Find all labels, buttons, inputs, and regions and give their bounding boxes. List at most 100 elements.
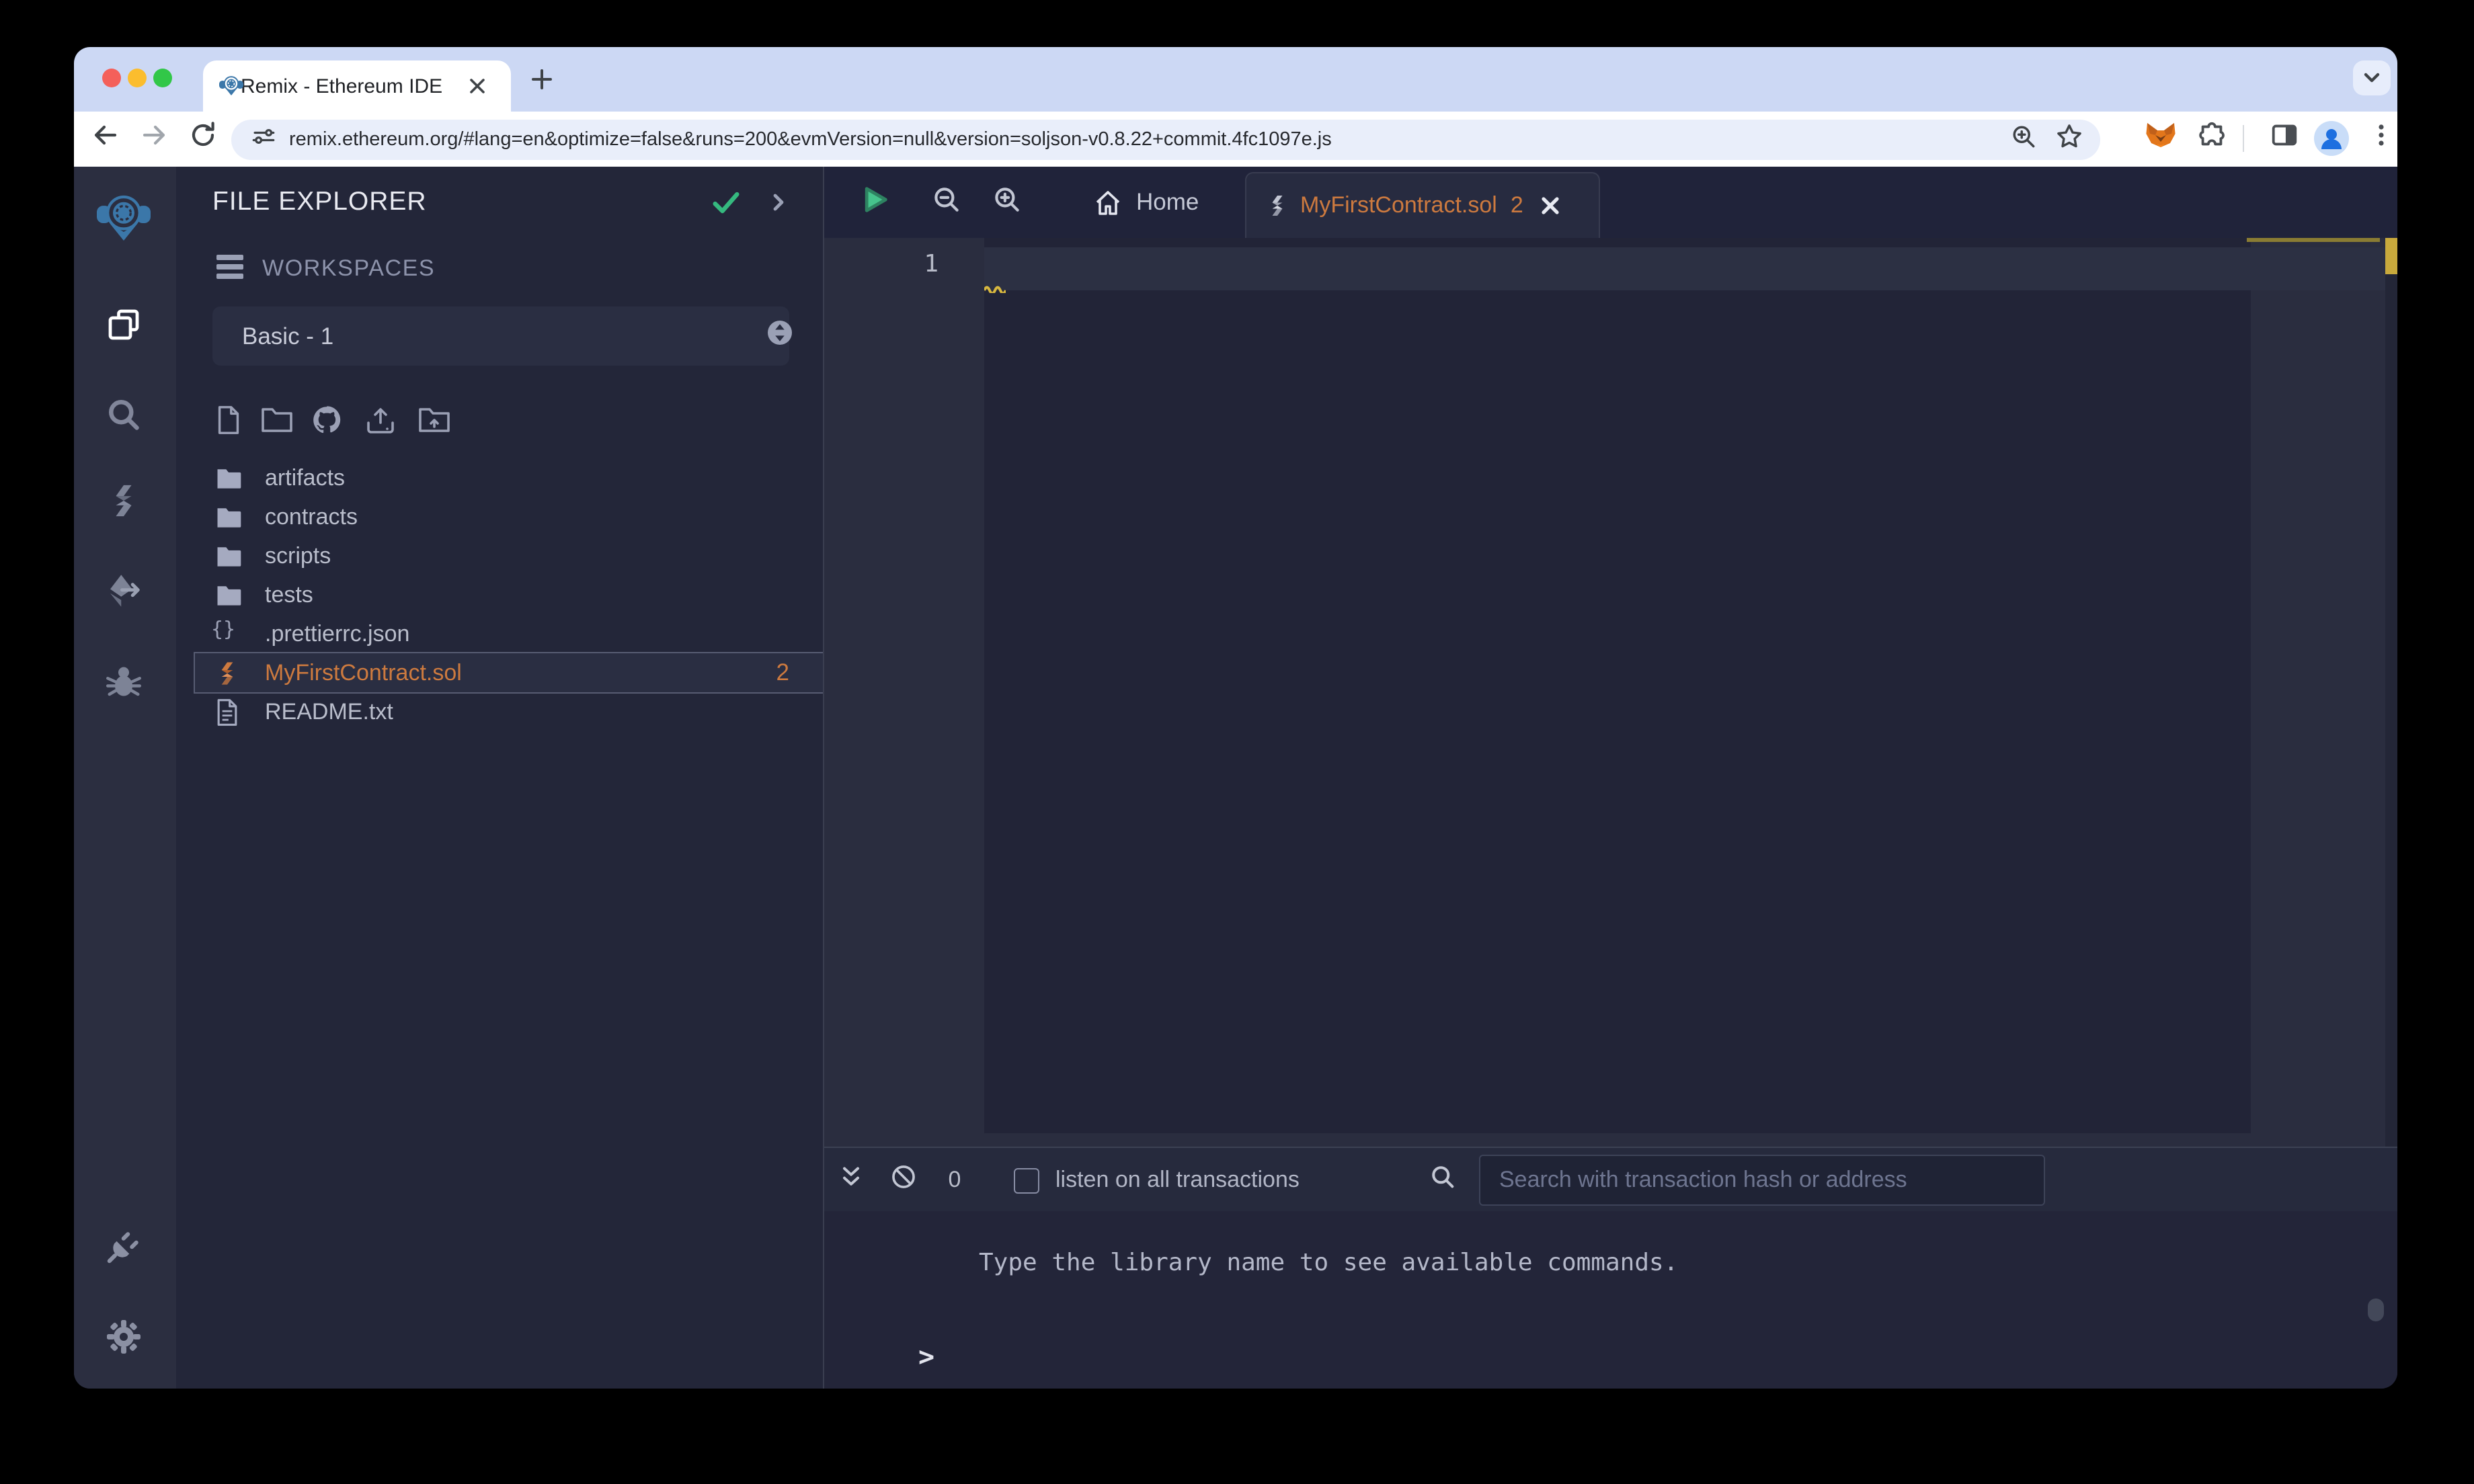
- line-number: 1: [924, 250, 939, 278]
- terminal-search-icon: [1428, 1162, 1458, 1198]
- tab-myfirstcontract[interactable]: MyFirstContract.sol 2: [1245, 172, 1600, 238]
- workspaces-menu-icon[interactable]: [215, 253, 247, 287]
- clear-console-icon[interactable]: [889, 1162, 918, 1198]
- traffic-minimize-button[interactable]: [128, 69, 147, 87]
- remix-logo-icon[interactable]: [97, 193, 151, 251]
- tab-warning-badge: 2: [1510, 192, 1523, 218]
- minimap-warning-line: [2247, 238, 2380, 242]
- icon-panel: [74, 167, 175, 1389]
- upload-folder-icon[interactable]: [418, 406, 450, 441]
- workspaces-label: WORKSPACES: [262, 255, 436, 281]
- overview-ruler-warning-marker: [2385, 238, 2397, 274]
- tree-item-myfirstcontract-selected[interactable]: MyFirstContract.sol 2: [194, 652, 826, 694]
- panel-title: FILE EXPLORER: [212, 187, 427, 216]
- json-braces-icon: {}: [211, 617, 236, 641]
- profile-avatar[interactable]: [2314, 121, 2349, 156]
- address-bar[interactable]: remix.ethereum.org/#lang=en&optimize=fal…: [231, 119, 2100, 159]
- tab-home-label: Home: [1136, 188, 1199, 215]
- new-tab-button[interactable]: [526, 63, 558, 102]
- terminal-output[interactable]: Type the library name to see available c…: [824, 1211, 2397, 1389]
- folder-icon: [214, 580, 243, 610]
- create-file-icon[interactable]: [214, 405, 243, 442]
- tree-item-contracts[interactable]: contracts: [176, 497, 824, 536]
- editor-top-padding: [984, 238, 2251, 247]
- site-settings-icon[interactable]: [249, 121, 278, 157]
- workspace-selected-value: Basic - 1: [242, 322, 334, 349]
- browser-window: Remix - Ethereum IDE remix.ethereum.org/…: [74, 47, 2397, 1389]
- check-icon[interactable]: [709, 185, 744, 226]
- browser-tab[interactable]: Remix - Ethereum IDE: [203, 60, 511, 112]
- pending-tx-count: 0: [948, 1167, 961, 1192]
- current-line-highlight: [984, 247, 2385, 290]
- editor-tabbar: Home MyFirstContract.sol 2: [824, 167, 2397, 238]
- listen-transactions-label: listen on all transactions: [1055, 1167, 1300, 1192]
- file-tree: artifacts contracts scripts tests {} .pr…: [176, 458, 826, 731]
- solidity-file-icon: [214, 658, 243, 688]
- code-editor[interactable]: 1: [824, 238, 2397, 1147]
- remix-app: FILE EXPLORER WORKSPACES Basic - 1 artif…: [74, 167, 2397, 1389]
- editor-column: Home MyFirstContract.sol 2 1 0 listen on…: [823, 167, 2397, 1389]
- folder-icon: [214, 502, 243, 532]
- tree-item-artifacts[interactable]: artifacts: [176, 458, 824, 497]
- tab-close-icon[interactable]: [1540, 195, 1561, 216]
- browser-menu-icon[interactable]: [2368, 122, 2395, 155]
- bookmark-star-icon[interactable]: [2054, 120, 2085, 158]
- tab-title: Remix - Ethereum IDE: [241, 75, 443, 97]
- folder-icon: [214, 463, 243, 493]
- panel-collapse-chevron-icon[interactable]: [768, 192, 789, 220]
- settings-gear-icon[interactable]: [104, 1317, 144, 1364]
- editor-scrollbar-track[interactable]: [2385, 238, 2397, 1147]
- create-folder-icon[interactable]: [261, 406, 293, 441]
- browser-toolbar: remix.ethereum.org/#lang=en&optimize=fal…: [74, 112, 2397, 167]
- folder-icon: [214, 541, 243, 571]
- terminal-search-input[interactable]: [1479, 1155, 2045, 1206]
- terminal-prompt: >: [918, 1340, 935, 1372]
- tree-item-readme[interactable]: README.txt: [176, 692, 824, 731]
- search-icon[interactable]: [104, 395, 144, 442]
- run-script-play-icon[interactable]: [856, 182, 891, 224]
- terminal-toolbar: 0 listen on all transactions: [824, 1147, 2397, 1211]
- traffic-close-button[interactable]: [102, 69, 121, 87]
- warning-squiggle: [983, 276, 1007, 300]
- tab-search-chevron-button[interactable]: [2353, 60, 2391, 95]
- screen: Remix - Ethereum IDE remix.ethereum.org/…: [0, 0, 2474, 1484]
- solidity-compiler-icon[interactable]: [105, 481, 143, 528]
- remix-favicon: [219, 74, 243, 105]
- traffic-zoom-button[interactable]: [153, 69, 172, 87]
- tree-item-scripts[interactable]: scripts: [176, 536, 824, 575]
- split-view-icon[interactable]: [2269, 120, 2300, 157]
- zoom-in-icon[interactable]: [990, 183, 1024, 223]
- solidity-file-icon: [1265, 192, 1289, 219]
- debugger-icon[interactable]: [104, 661, 144, 708]
- forward-icon[interactable]: [138, 119, 171, 158]
- tab-label: MyFirstContract.sol: [1300, 192, 1497, 218]
- listen-transactions-checkbox[interactable]: [1014, 1168, 1039, 1194]
- zoom-page-icon[interactable]: [2009, 121, 2038, 157]
- file-explorer-icon[interactable]: [104, 304, 144, 352]
- upload-file-icon[interactable]: [364, 404, 397, 443]
- editor-text-area[interactable]: [984, 290, 2251, 1133]
- tree-item-tests[interactable]: tests: [176, 575, 824, 614]
- deploy-run-icon[interactable]: [104, 571, 144, 618]
- file-explorer-panel: FILE EXPLORER WORKSPACES Basic - 1 artif…: [175, 167, 826, 1389]
- reload-icon[interactable]: [187, 119, 219, 158]
- workspace-sort-icon: [765, 318, 795, 354]
- terminal-message: Type the library name to see available c…: [979, 1249, 1679, 1277]
- back-icon[interactable]: [89, 119, 121, 158]
- tab-close-icon[interactable]: [467, 75, 488, 104]
- extensions-puzzle-icon[interactable]: [2196, 120, 2227, 157]
- warning-count-badge: 2: [776, 659, 789, 686]
- metamask-extension-icon[interactable]: [2145, 119, 2177, 158]
- tree-item-prettierrc[interactable]: {} .prettierrc.json: [176, 614, 824, 653]
- home-icon: [1096, 190, 1120, 214]
- tab-home[interactable]: Home: [1092, 167, 1199, 238]
- zoom-out-icon[interactable]: [930, 183, 963, 223]
- toolbar-divider: [2243, 125, 2244, 152]
- clone-github-icon[interactable]: [309, 403, 344, 444]
- url-text: remix.ethereum.org/#lang=en&optimize=fal…: [289, 128, 1332, 150]
- terminal-scrollbar-thumb[interactable]: [2368, 1298, 2384, 1321]
- browser-tabstrip: Remix - Ethereum IDE: [74, 47, 2397, 112]
- expand-terminal-icon[interactable]: [838, 1163, 865, 1197]
- plugin-manager-icon[interactable]: [104, 1227, 144, 1274]
- workspace-select[interactable]: Basic - 1: [212, 306, 792, 366]
